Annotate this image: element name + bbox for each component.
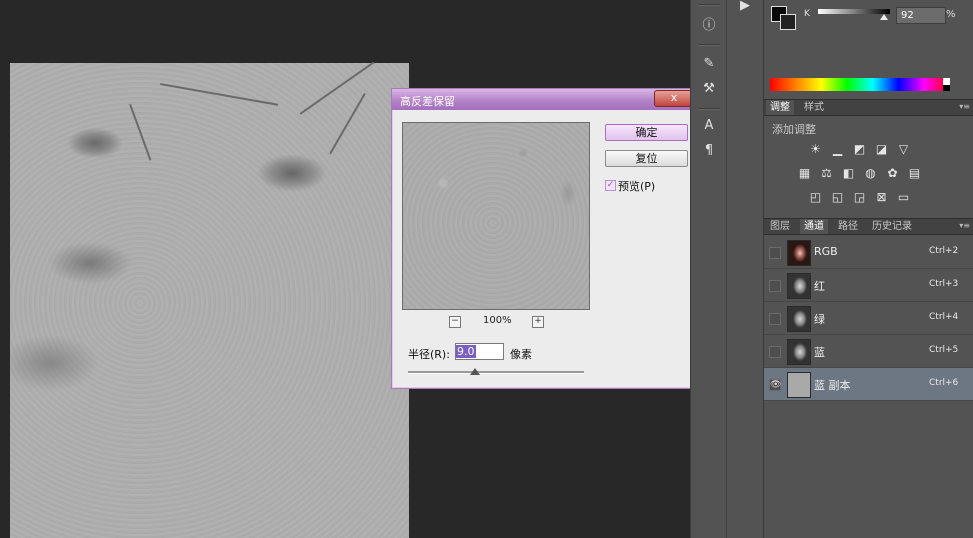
paragraph-icon[interactable]: ¶ — [700, 142, 718, 160]
visibility-toggle[interactable] — [769, 280, 781, 292]
preview-label[interactable]: 预览(P) — [618, 178, 655, 194]
document-image[interactable] — [10, 61, 409, 538]
adjustments-title: 添加调整 — [772, 123, 816, 136]
radius-slider-thumb[interactable] — [469, 368, 480, 375]
tool-presets-icon[interactable]: ⚒ — [700, 80, 718, 98]
channel-row-rgb[interactable]: RGB Ctrl+2 — [764, 236, 973, 269]
tab-channels[interactable]: 通道 — [800, 219, 828, 234]
panel-collapse-strip: ▶ — [726, 0, 763, 538]
info-icon[interactable]: ⓘ — [700, 17, 718, 35]
radius-input[interactable]: 9.0 — [455, 343, 504, 360]
levels-icon[interactable]: ▁ — [830, 143, 845, 156]
hair-strand — [299, 61, 375, 115]
visibility-toggle[interactable] — [769, 313, 781, 325]
channel-name: 蓝 副本 — [814, 379, 851, 392]
channel-thumbnail — [787, 240, 811, 266]
high-pass-dialog: 高反差保留 x − 100% + 确定 复位 ✓ 预览(P) 半径(R): 9.… — [391, 88, 699, 389]
panel-menu-icon[interactable]: ▾≡ — [959, 100, 970, 114]
preview-checkbox[interactable]: ✓ — [605, 180, 616, 191]
posterize-icon[interactable]: ◱ — [830, 191, 845, 204]
visibility-toggle[interactable] — [769, 346, 781, 358]
tab-layers[interactable]: 图层 — [766, 219, 794, 234]
reset-button[interactable]: 复位 — [605, 150, 688, 167]
black-white-icon[interactable]: ◧ — [841, 167, 856, 180]
channel-row-blue-copy[interactable]: 👁 蓝 副本 Ctrl+6 — [764, 368, 973, 401]
k-slider-thumb[interactable] — [880, 14, 889, 20]
hair-strand — [329, 92, 366, 155]
channel-thumbnail — [787, 273, 811, 299]
channel-thumbnail — [787, 372, 811, 398]
close-button[interactable]: x — [654, 90, 694, 107]
dialog-titlebar[interactable]: 高反差保留 x — [392, 89, 698, 110]
adjustments-tabbar: 调整 样式 ▾≡ — [764, 99, 973, 116]
channel-thumbnail — [787, 339, 811, 365]
radius-slider[interactable] — [408, 371, 584, 374]
dialog-title: 高反差保留 — [400, 95, 455, 108]
ok-button[interactable]: 确定 — [605, 124, 688, 141]
exposure-icon[interactable]: ◪ — [874, 143, 889, 156]
strip-separator — [698, 4, 720, 6]
hue-saturation-icon[interactable]: ▦ — [797, 167, 812, 180]
strip-separator — [698, 108, 720, 110]
k-channel-label: K — [804, 9, 810, 19]
threshold-icon[interactable]: ◲ — [852, 191, 867, 204]
channel-thumbnail — [787, 306, 811, 332]
zoom-out-button[interactable]: − — [449, 316, 461, 328]
expand-panels-icon[interactable]: ▶ — [736, 0, 754, 15]
character-icon[interactable]: A — [700, 117, 718, 135]
zoom-in-button[interactable]: + — [532, 316, 544, 328]
channel-shortcut: Ctrl+5 — [929, 345, 959, 355]
brightness-icon[interactable]: ☀ — [808, 143, 823, 156]
channel-shortcut: Ctrl+2 — [929, 246, 959, 256]
tab-history[interactable]: 历史记录 — [868, 219, 916, 234]
channel-mixer-icon[interactable]: ✿ — [885, 167, 900, 180]
panel-menu-icon[interactable]: ▾≡ — [959, 219, 970, 233]
eye-icon[interactable]: 👁 — [769, 379, 781, 391]
spectrum-white[interactable] — [943, 78, 950, 85]
visibility-toggle[interactable] — [769, 247, 781, 259]
radius-unit: 像素 — [510, 348, 532, 361]
radius-label: 半径(R): — [408, 348, 450, 361]
hair-strand — [129, 103, 152, 161]
channel-shortcut: Ctrl+3 — [929, 279, 959, 289]
color-spectrum-bar[interactable] — [770, 78, 950, 91]
gradient-map-icon[interactable]: ▭ — [896, 191, 911, 204]
channel-row-red[interactable]: 红 Ctrl+3 — [764, 269, 973, 302]
strip-separator — [698, 44, 720, 46]
channel-name: RGB — [814, 245, 838, 258]
brush-presets-icon[interactable]: ✎ — [700, 55, 718, 73]
tab-styles[interactable]: 样式 — [800, 100, 828, 115]
tab-paths[interactable]: 路径 — [834, 219, 862, 234]
channel-row-blue[interactable]: 蓝 Ctrl+5 — [764, 335, 973, 368]
invert-icon[interactable]: ◰ — [808, 191, 823, 204]
spectrum-black[interactable] — [943, 85, 950, 91]
color-balance-icon[interactable]: ⚖ — [819, 167, 834, 180]
channel-shortcut: Ctrl+6 — [929, 378, 959, 388]
photo-filter-icon[interactable]: ◍ — [863, 167, 878, 180]
vibrance-icon[interactable]: ▽ — [896, 143, 911, 156]
background-color-swatch[interactable] — [780, 14, 796, 30]
k-value-input[interactable]: 92 — [896, 7, 946, 24]
channel-name: 蓝 — [814, 346, 825, 359]
color-lookup-icon[interactable]: ▤ — [907, 167, 922, 180]
channel-name: 红 — [814, 280, 825, 293]
channel-name: 绿 — [814, 313, 825, 326]
channel-row-green[interactable]: 绿 Ctrl+4 — [764, 302, 973, 335]
curves-icon[interactable]: ◩ — [852, 143, 867, 156]
zoom-level: 100% — [483, 315, 512, 326]
radius-value: 9.0 — [456, 345, 476, 358]
k-unit: % — [946, 9, 956, 20]
panel-icon-strip: ⓘ ✎ ⚒ A ¶ — [690, 0, 727, 538]
hair-strand — [159, 83, 279, 106]
tab-adjustments[interactable]: 调整 — [766, 100, 794, 115]
k-slider[interactable] — [818, 9, 890, 14]
channel-shortcut: Ctrl+4 — [929, 312, 959, 322]
selective-color-icon[interactable]: ⊠ — [874, 191, 889, 204]
channels-tabbar: 图层 通道 路径 历史记录 ▾≡ — [764, 218, 973, 235]
right-panel-dock: K 92 % 调整 样式 ▾≡ 添加调整 ☀ ▁ ◩ ◪ ▽ ▦ ⚖ ◧ ◍ ✿… — [763, 0, 973, 538]
filter-preview[interactable] — [402, 122, 590, 310]
